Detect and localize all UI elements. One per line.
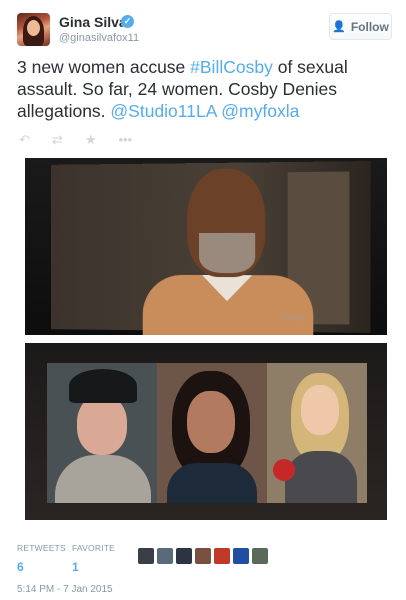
- person-beard: [199, 232, 256, 274]
- tweet-text: 3 new women accuse #BillCosby of sexual …: [17, 56, 389, 122]
- favoriter-avatar[interactable]: [176, 548, 192, 564]
- follow-button[interactable]: 👤 Follow: [329, 13, 392, 40]
- tv-screen: [47, 363, 367, 503]
- retweet-icon[interactable]: ⇄: [52, 132, 63, 148]
- favorites-stat[interactable]: FAVORITE 1: [72, 543, 115, 574]
- favoriter-avatar[interactable]: [157, 548, 173, 564]
- photo-panel-left: [47, 363, 157, 503]
- user-name[interactable]: Gina Silva: [59, 14, 127, 30]
- mention-link[interactable]: @myfoxla: [221, 101, 299, 121]
- follow-button-label: Follow: [350, 19, 389, 34]
- hashtag-link[interactable]: #BillCosby: [190, 57, 273, 77]
- avatar-face: [27, 20, 40, 36]
- retweets-label: RETWEETS: [17, 543, 66, 553]
- person-face: [301, 385, 339, 435]
- photo-panel-center: [157, 363, 267, 503]
- person-hat: [69, 369, 137, 403]
- favorites-label: FAVORITE: [72, 543, 116, 553]
- favoriter-avatar[interactable]: [214, 548, 230, 564]
- retweets-stat[interactable]: RETWEETS 6: [17, 543, 66, 574]
- more-icon[interactable]: •••: [118, 132, 132, 148]
- person-body: [167, 463, 257, 503]
- add-person-icon: 👤: [332, 21, 346, 33]
- verified-badge-icon: ✓: [121, 15, 134, 28]
- favoriter-avatar[interactable]: [138, 548, 154, 564]
- tweet-timestamp[interactable]: 5:14 PM - 7 Jan 2015: [17, 584, 113, 595]
- person-face: [187, 391, 235, 453]
- tweet-photo-2[interactable]: [25, 343, 387, 520]
- person-face: [77, 395, 127, 455]
- reply-icon[interactable]: ↶: [19, 132, 30, 148]
- favoriter-avatars: [138, 548, 268, 564]
- user-avatar[interactable]: [17, 13, 50, 46]
- favorites-count: 1: [72, 560, 79, 574]
- tweet-actions: ↶ ⇄ ★ •••: [19, 132, 132, 148]
- tweet-text-part: 3 new women accuse: [17, 57, 191, 77]
- tv-brand-logo: TVlogic: [278, 312, 307, 323]
- favoriter-avatar[interactable]: [195, 548, 211, 564]
- tweet-stats: RETWEETS 6 FAVORITE 1: [17, 543, 392, 577]
- favoriter-avatar[interactable]: [233, 548, 249, 564]
- retweets-count: 6: [17, 560, 24, 574]
- person-body: [285, 451, 357, 503]
- tweet-header: Gina Silva ✓ @ginasilvafox11 👤 Follow: [17, 13, 392, 49]
- mention-link[interactable]: @Studio11LA: [110, 101, 216, 121]
- person-body: [55, 455, 151, 503]
- favorite-icon[interactable]: ★: [85, 132, 97, 148]
- tv-screen: TVlogic: [50, 161, 371, 335]
- photo-panel-right: [267, 363, 367, 503]
- favoriter-avatar[interactable]: [252, 548, 268, 564]
- tweet-photo-1[interactable]: TVlogic: [25, 158, 387, 335]
- user-handle[interactable]: @ginasilvafox11: [59, 32, 139, 44]
- microphone: [273, 459, 295, 481]
